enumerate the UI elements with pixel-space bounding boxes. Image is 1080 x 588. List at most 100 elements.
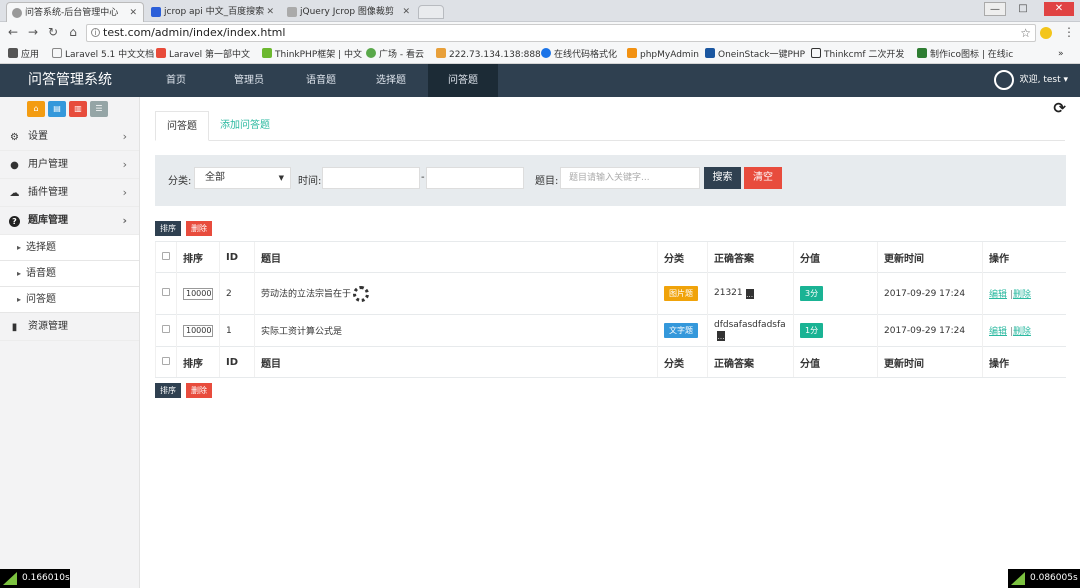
select-all-checkbox[interactable] [162, 251, 170, 260]
share-icon [993, 69, 1014, 90]
chevron-right-icon: › [122, 214, 127, 227]
more-icon[interactable]: … [745, 289, 754, 299]
thinkcmf-icon [811, 48, 821, 58]
more-icon[interactable]: … [717, 331, 725, 341]
baidu-icon [151, 7, 161, 17]
bookmark[interactable]: OneinStack一键PHP [705, 48, 805, 60]
sort-input[interactable]: 10000 [183, 287, 213, 300]
browser-tab[interactable]: jQuery Jcrop 图像裁剪 ✕ [282, 2, 416, 22]
nav-home[interactable]: 首页 [146, 64, 206, 97]
caret-down-icon: ▾ [1060, 75, 1068, 85]
sidebar: ⌂▤▥☰ ⚙设置› ●用户管理› ☁插件管理› ?题库管理› 选择题 语音题 问… [0, 97, 140, 588]
sidebar-subitem-qa[interactable]: 问答题 [0, 287, 139, 313]
menu-icon[interactable]: ⋮ [1062, 25, 1076, 39]
maximize-icon[interactable]: □ [1012, 2, 1034, 16]
time-end-input[interactable] [426, 167, 524, 189]
sidebar-subitem-voice[interactable]: 语音题 [0, 261, 139, 287]
bookmark[interactable]: Laravel 第一部中文 [156, 48, 250, 60]
sidebar-item-users[interactable]: ● 用户管理 › [0, 151, 139, 179]
user-menu[interactable]: 欢迎, test ▾ [993, 64, 1068, 97]
new-tab-button[interactable] [418, 5, 444, 19]
users-icon: ● [10, 160, 19, 171]
home-icon[interactable]: ⌂ [27, 101, 45, 117]
question-search-input[interactable]: 题目请输入关键字... [560, 167, 700, 189]
nav-qa[interactable]: 问答题 [428, 64, 498, 97]
sidebar-item-resources[interactable]: ▮ 资源管理 [0, 313, 139, 341]
col-score: 分值 [793, 346, 878, 378]
app-header: 问答管理系统 首页 管理员 语音题 选择题 问答题 欢迎, test ▾ [0, 64, 1080, 97]
sidebar-item-question-bank[interactable]: ? 题库管理 › [0, 207, 139, 235]
row-checkbox[interactable] [162, 325, 170, 333]
bookmark[interactable]: 222.73.134.138:888 [436, 48, 541, 60]
debug-timer-right[interactable]: 0.086005s [1008, 569, 1080, 588]
apps-icon [8, 48, 18, 58]
bookmark[interactable]: Thinkcmf 二次开发 [811, 48, 904, 60]
bookmark[interactable]: Laravel 5.1 中文文档 [52, 48, 154, 60]
category-select[interactable]: 全部 ▼ [194, 167, 291, 189]
url-field[interactable]: i test.com/admin/index/index.html ☆ [86, 24, 1036, 42]
list-icon[interactable]: ☰ [90, 101, 108, 117]
browser-tab-strip: 问答系统-后台管理中心 ✕ jcrop api 中文_百度搜索 ✕ jQuery… [0, 0, 1080, 22]
browser-tab[interactable]: jcrop api 中文_百度搜索 ✕ [146, 2, 280, 22]
select-all-checkbox[interactable] [162, 356, 170, 365]
nav-choice[interactable]: 选择题 [360, 64, 422, 97]
reload-icon[interactable]: ↻ [46, 25, 60, 39]
bookmark[interactable]: 在线代码格式化 [541, 48, 617, 60]
search-button[interactable]: 搜索 [704, 167, 741, 189]
row-updated: 2017-09-29 17:24 [877, 314, 983, 347]
browser-tab-title: 问答系统-后台管理中心 [25, 8, 119, 18]
bookmark[interactable]: 广场 - 看云 [366, 48, 424, 60]
sort-button-top[interactable]: 排序 [155, 221, 181, 236]
clear-button[interactable]: 清空 [744, 167, 782, 189]
phpmyadmin-icon [627, 48, 637, 58]
score-badge: 3分 [800, 286, 824, 301]
trash-icon[interactable]: ▥ [69, 101, 87, 117]
time-start-input[interactable] [322, 167, 420, 189]
nav-admins[interactable]: 管理员 [218, 64, 280, 97]
home-icon[interactable]: ⌂ [66, 25, 80, 39]
ico-icon [917, 48, 927, 58]
star-icon[interactable]: ☆ [1020, 25, 1031, 41]
forward-icon[interactable]: → [26, 25, 40, 39]
bookmark[interactable]: ThinkPHP框架 | 中文 [262, 48, 362, 60]
bookmark-apps[interactable]: 应用 [8, 48, 39, 60]
bookmarks-bar: 应用 Laravel 5.1 中文文档 Laravel 第一部中文 ThinkP… [0, 44, 1080, 64]
close-icon[interactable]: ✕ [266, 2, 274, 22]
bookmark[interactable]: 制作ico图标 | 在线ic [917, 48, 1013, 60]
sidebar-item-settings[interactable]: ⚙ 设置 › [0, 123, 139, 151]
nav-voice[interactable]: 语音题 [290, 64, 352, 97]
close-window-icon[interactable]: ✕ [1044, 2, 1074, 16]
close-icon[interactable]: ✕ [129, 3, 137, 22]
sort-input[interactable]: 10000 [183, 324, 213, 337]
row-checkbox[interactable] [162, 288, 170, 296]
debug-timer-left[interactable]: 0.166010s [0, 569, 70, 588]
close-icon[interactable]: ✕ [402, 2, 410, 22]
cloud-icon: ☁ [9, 188, 20, 199]
table-footer-row: 排序 ID 题目 分类 正确答案 分值 更新时间 操作 [155, 346, 1066, 378]
sidebar-item-plugins[interactable]: ☁ 插件管理 › [0, 179, 139, 207]
file-icon[interactable]: ▤ [48, 101, 66, 117]
browser-tab-active[interactable]: 问答系统-后台管理中心 ✕ [6, 2, 144, 22]
tab-add-qa[interactable]: 添加问答题 [209, 111, 281, 141]
sort-button-bottom[interactable]: 排序 [155, 383, 181, 398]
extension-icon[interactable] [1040, 27, 1052, 39]
browser-tab-title: jQuery Jcrop 图像裁剪 [300, 7, 394, 17]
caret-down-icon: ▼ [278, 174, 284, 182]
sidebar-subitem-choice[interactable]: 选择题 [0, 235, 139, 261]
bookmark[interactable]: phpMyAdmin [627, 48, 699, 60]
browser-tab-title: jcrop api 中文_百度搜索 [164, 7, 265, 17]
edit-link[interactable]: 编辑 [989, 327, 1007, 337]
edit-link[interactable]: 编辑 [989, 290, 1007, 300]
row-answer: 21321… [707, 272, 794, 315]
minimize-icon[interactable]: — [984, 2, 1006, 16]
back-icon[interactable]: ← [6, 25, 20, 39]
col-answer: 正确答案 [707, 241, 794, 273]
col-category: 分类 [657, 241, 708, 273]
bookmarks-more-icon[interactable]: » [1058, 48, 1064, 60]
col-id: ID [219, 346, 255, 378]
delete-link[interactable]: 删除 [1013, 327, 1031, 337]
tab-qa-list[interactable]: 问答题 [155, 111, 209, 141]
delete-button-top[interactable]: 删除 [186, 221, 212, 236]
delete-button-bottom[interactable]: 删除 [186, 383, 212, 398]
delete-link[interactable]: 删除 [1013, 290, 1031, 300]
